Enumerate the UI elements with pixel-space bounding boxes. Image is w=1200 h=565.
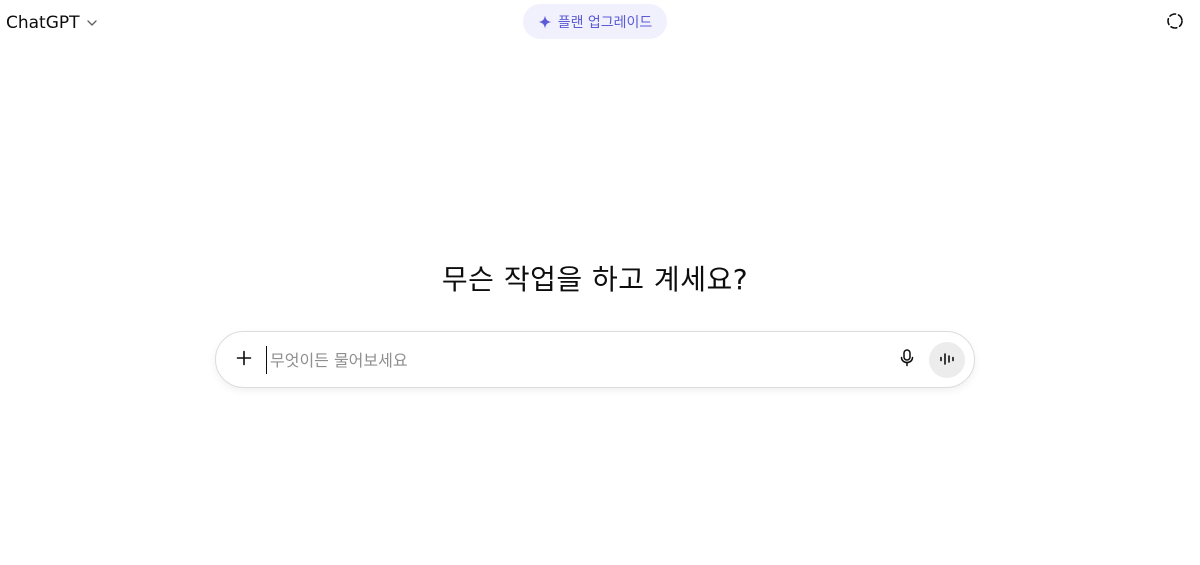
- dictate-button[interactable]: [895, 348, 919, 372]
- upgrade-plan-label: 플랜 업그레이드: [557, 14, 653, 31]
- page-title: 무슨 작업을 하고 계세요?: [441, 263, 749, 296]
- chevron-down-icon: [86, 17, 98, 29]
- microphone-icon: [899, 349, 915, 371]
- model-switcher[interactable]: ChatGPT: [6, 11, 98, 35]
- plus-icon: [236, 350, 252, 370]
- add-attachment-button[interactable]: [233, 349, 255, 371]
- model-name: ChatGPT: [6, 13, 80, 33]
- sparkle-icon: [538, 15, 552, 29]
- temporary-chat-button[interactable]: [1164, 12, 1186, 34]
- prompt-composer: [215, 331, 975, 388]
- prompt-input[interactable]: [266, 346, 876, 374]
- voice-waveform-icon: [938, 351, 956, 370]
- dashed-circle-icon: [1166, 12, 1184, 34]
- chatgpt-home: ChatGPT 플랜 업그레이드 무슨 작업을 하고 계세요?: [0, 0, 1200, 565]
- voice-mode-button[interactable]: [929, 342, 965, 378]
- upgrade-plan-button[interactable]: 플랜 업그레이드: [523, 4, 667, 39]
